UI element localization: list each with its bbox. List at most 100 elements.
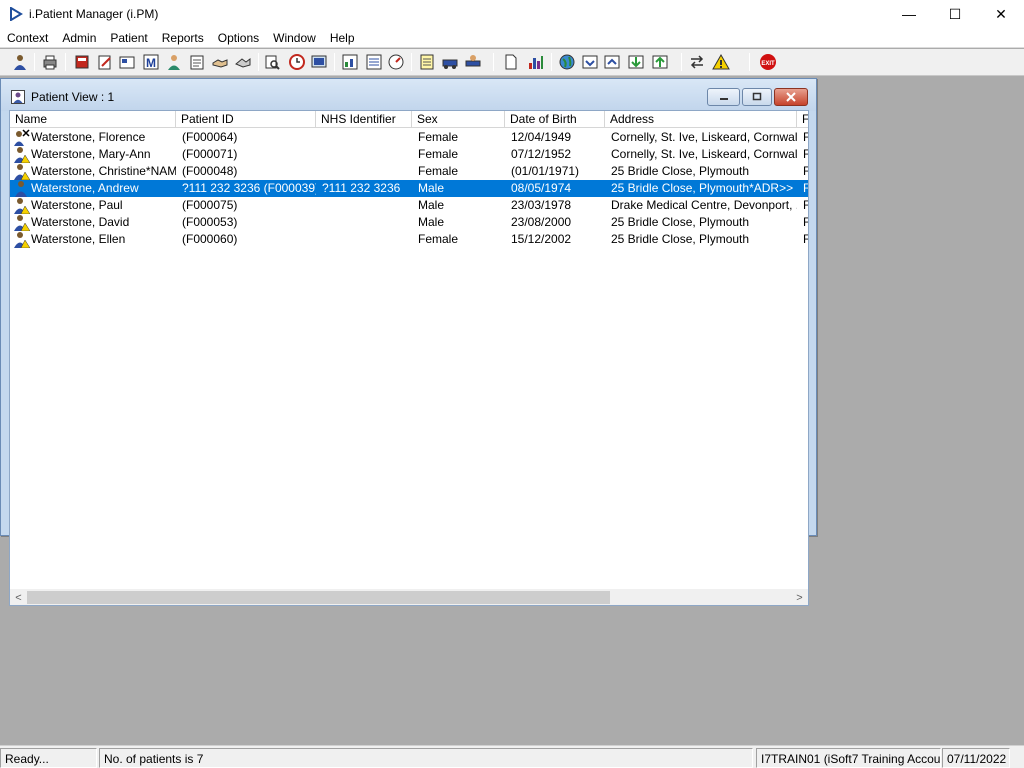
cell-patient-id: (F000071)	[182, 147, 238, 161]
scroll-right-arrow[interactable]: >	[791, 589, 808, 605]
timer-button[interactable]	[386, 52, 406, 72]
edit-document-button[interactable]	[95, 52, 115, 72]
menu-window[interactable]: Window	[266, 28, 323, 48]
maximize-button[interactable]: ☐	[932, 0, 978, 28]
doctor-button[interactable]	[164, 52, 184, 72]
table-row[interactable]: Waterstone, Andrew ?111 232 3236 (F000039…	[10, 180, 808, 197]
table-row[interactable]: Waterstone, Florence (F000064) Female 12/04…	[10, 129, 808, 146]
search-document-button[interactable]	[262, 52, 282, 72]
patient-view-title: Patient View : 1	[31, 90, 115, 104]
table-row[interactable]: Waterstone, Christine*NAM>> (F000048) Fema…	[10, 163, 808, 181]
clock-icon	[289, 54, 305, 70]
menu-reports[interactable]: Reports	[155, 28, 211, 48]
table-row[interactable]: Waterstone, Ellen (F000060) Female 15/12/20…	[10, 231, 808, 249]
cell-patient-id: ?111 232 3236 (F000039)	[182, 181, 316, 195]
download-button[interactable]	[626, 52, 646, 72]
patient-warning-icon	[14, 147, 31, 164]
menu-context[interactable]: Context	[0, 28, 55, 48]
edit-document-icon	[98, 55, 111, 70]
table-row[interactable]: Waterstone, David (F000053) Male 23/08/2000…	[10, 214, 808, 232]
status-date: 07/11/2022	[942, 748, 1010, 768]
referral-button[interactable]	[233, 52, 253, 72]
patient-icon	[15, 181, 27, 197]
cell-f: F	[803, 146, 808, 163]
letter-m-button[interactable]: M	[141, 52, 161, 72]
cell-patient-id: (F000053)	[182, 215, 238, 229]
chart-window-button[interactable]	[340, 52, 360, 72]
exit-button[interactable]: EXIT	[758, 52, 778, 72]
column-header-date-of-birth[interactable]: Date of Birth	[505, 111, 605, 128]
cell-date-of-birth: (01/01/1971)	[511, 164, 580, 178]
child-close-button[interactable]	[774, 88, 808, 106]
column-header-name[interactable]: Name	[10, 111, 176, 128]
patient-person-button[interactable]	[10, 52, 30, 72]
scroll-left-arrow[interactable]: <	[10, 589, 27, 605]
world-button[interactable]	[557, 52, 577, 72]
toolbar: M EXIT	[0, 49, 1024, 76]
column-header-sex[interactable]: Sex	[412, 111, 505, 128]
cell-nhs-identifier	[322, 231, 412, 248]
list-window-button[interactable]	[364, 52, 384, 72]
upload-button[interactable]	[650, 52, 670, 72]
minimize-button[interactable]: —	[886, 0, 932, 28]
child-restore-button[interactable]	[742, 88, 772, 106]
cell-f: F	[803, 231, 808, 248]
table-row[interactable]: Waterstone, Paul (F000075) Male 23/03/1978 D…	[10, 197, 808, 215]
menu-patient[interactable]: Patient	[103, 28, 154, 48]
handshake-button[interactable]	[210, 52, 230, 72]
column-header-nhs-identifier[interactable]: NHS Identifier	[316, 111, 412, 128]
patient-list[interactable]: Name Patient ID NHS Identifier Sex Date …	[9, 110, 809, 606]
toolbar-separator	[34, 53, 35, 71]
blank-document-button[interactable]	[501, 52, 521, 72]
patient-warning-icon	[14, 215, 31, 232]
child-minimize-button[interactable]	[707, 88, 740, 106]
printer-button[interactable]	[40, 52, 60, 72]
menu-help[interactable]: Help	[323, 28, 362, 48]
ward-button[interactable]	[463, 52, 483, 72]
column-header-address[interactable]: Address	[605, 111, 797, 128]
patient-view-icon	[11, 90, 25, 104]
clock-button[interactable]	[287, 52, 307, 72]
menu-admin[interactable]: Admin	[55, 28, 103, 48]
column-header-f[interactable]: F	[797, 111, 808, 128]
cell-nhs-identifier	[322, 214, 412, 231]
column-header-patient-id[interactable]: Patient ID	[176, 111, 316, 128]
letter-m-icon: M	[143, 54, 159, 70]
scrollbar-thumb[interactable]	[27, 591, 610, 604]
table-row[interactable]: Waterstone, Mary-Ann (F000071) Female 07/12…	[10, 146, 808, 164]
card-button[interactable]	[117, 52, 137, 72]
cell-name: Waterstone, David	[31, 215, 130, 229]
cell-address: Drake Medical Centre, Devonport, ...	[611, 198, 797, 212]
transport-button[interactable]	[440, 52, 460, 72]
transport-icon	[442, 59, 458, 69]
warning-button[interactable]	[711, 52, 731, 72]
horizontal-scrollbar[interactable]: < >	[10, 589, 808, 605]
cell-nhs-identifier	[322, 129, 412, 146]
menu-options[interactable]: Options	[211, 28, 266, 48]
close-button[interactable]: ✕	[978, 0, 1024, 28]
app-title-bar: i.Patient Manager (i.PM) — ☐ ✕	[0, 0, 1024, 28]
outbox-button[interactable]	[602, 52, 622, 72]
monitor-button[interactable]	[309, 52, 329, 72]
toolbar-separator	[493, 53, 494, 71]
minimize-icon	[719, 98, 728, 100]
cell-f: F	[803, 197, 808, 214]
cell-sex: Female	[418, 164, 459, 178]
transfer-arrows-button[interactable]	[687, 52, 707, 72]
timer-icon	[388, 54, 404, 70]
chart-window-icon	[342, 54, 358, 70]
notepad-button[interactable]	[417, 52, 437, 72]
cell-date-of-birth: 12/04/1949	[511, 130, 572, 144]
book-button[interactable]	[72, 52, 92, 72]
bar-chart-button[interactable]	[526, 52, 546, 72]
inbox-button[interactable]	[580, 52, 600, 72]
cell-sex: Male	[418, 181, 445, 195]
toolbar-separator	[411, 53, 412, 71]
doctor-icon	[168, 55, 180, 70]
status-bar: Ready... No. of patients is 7 I7TRAIN01 …	[0, 745, 1024, 768]
status-patient-count: No. of patients is 7	[99, 748, 753, 768]
download-icon	[628, 55, 644, 69]
notes-button[interactable]	[187, 52, 207, 72]
cell-date-of-birth: 23/03/1978	[511, 198, 572, 212]
cell-nhs-identifier	[322, 163, 412, 180]
